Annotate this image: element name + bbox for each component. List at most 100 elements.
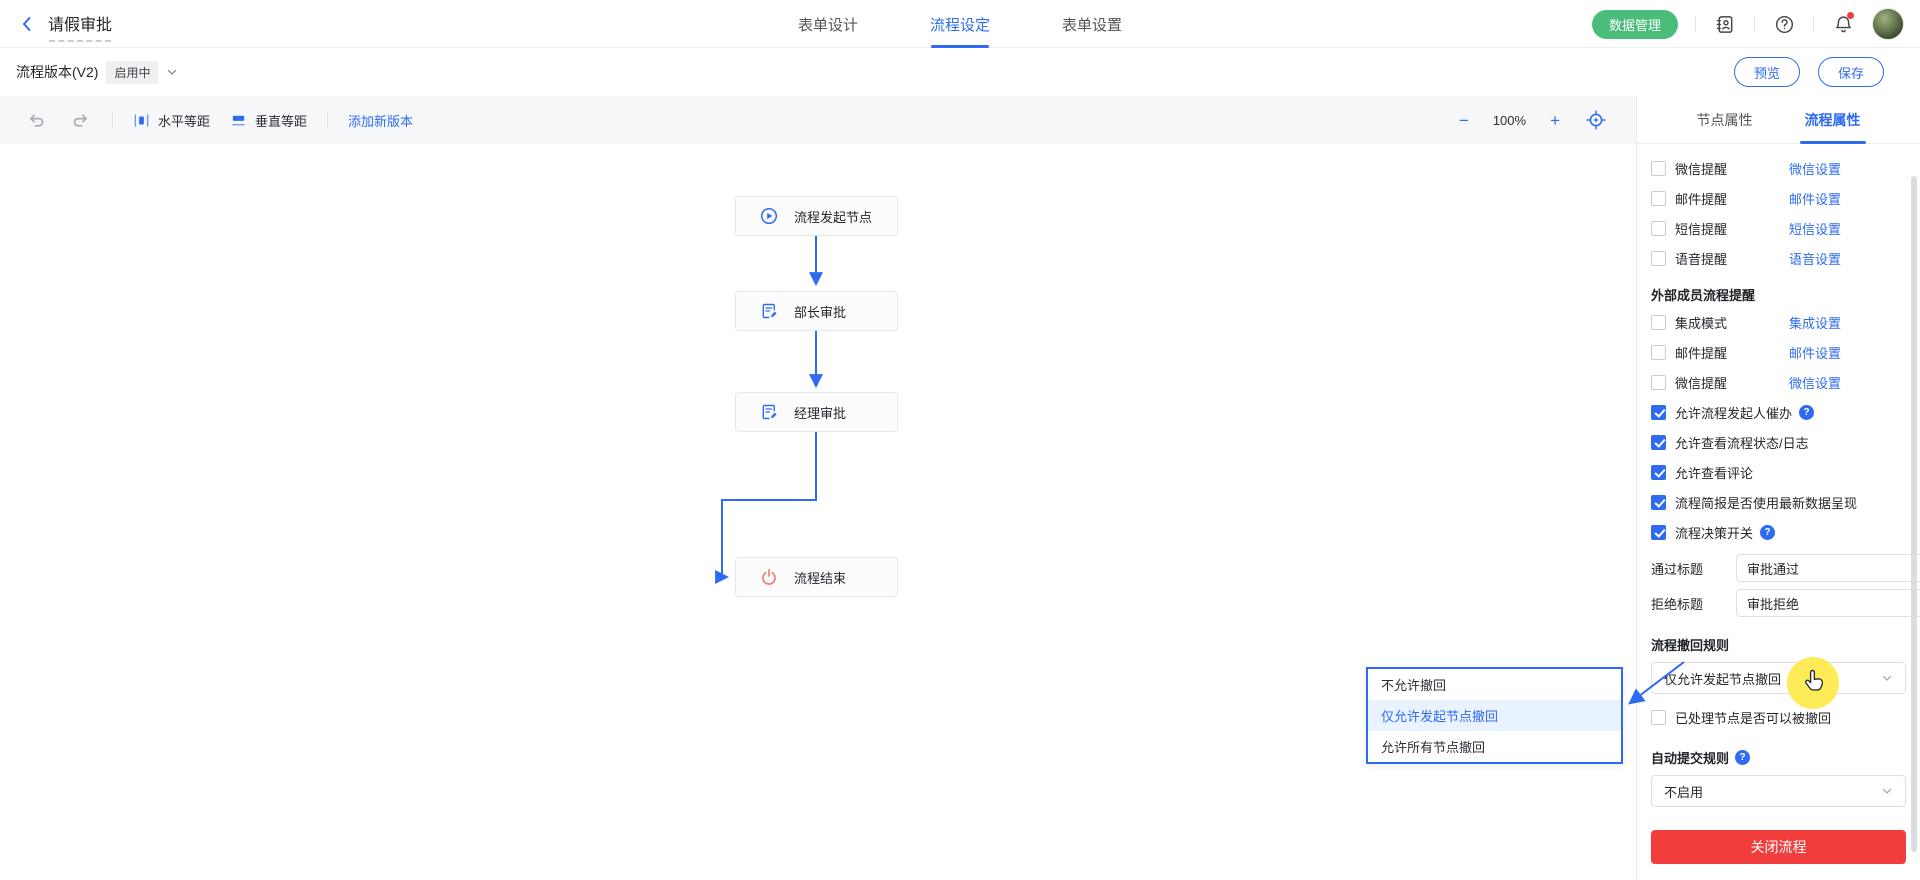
status-badge: 启用中 <box>106 61 158 84</box>
chevron-down-icon <box>1881 785 1893 797</box>
zoom-out-button[interactable]: − <box>1459 112 1469 129</box>
checkbox-checked[interactable] <box>1651 525 1666 540</box>
tab-flow-properties[interactable]: 流程属性 <box>1805 96 1861 143</box>
sms-settings-link[interactable]: 短信设置 <box>1789 219 1841 238</box>
help-icon[interactable]: ? <box>1760 525 1775 540</box>
chevron-down-icon[interactable] <box>166 66 178 78</box>
panel-scrollbar[interactable] <box>1911 176 1917 852</box>
panel-tabs: 节点属性 流程属性 <box>1637 96 1920 144</box>
wechat-settings-link[interactable]: 微信设置 <box>1789 373 1841 392</box>
checkbox[interactable] <box>1651 161 1666 176</box>
row-ext-wechat-notify: 微信提醒 微信设置 <box>1651 367 1906 397</box>
tab-flow-setting[interactable]: 流程设定 <box>930 0 990 48</box>
row-processed-node-revoke: 已处理节点是否可以被撤回 <box>1651 702 1906 732</box>
row-label: 已处理节点是否可以被撤回 <box>1675 708 1831 727</box>
version-bar: 流程版本(V2) 启用中 预览 保存 <box>0 48 1920 96</box>
flow-node-minister-approve[interactable]: 部长审批 <box>735 291 898 331</box>
section-label: 自动提交规则 <box>1651 748 1729 767</box>
checkbox[interactable] <box>1651 375 1666 390</box>
row-label: 流程决策开关 <box>1675 523 1753 542</box>
pass-title-input[interactable] <box>1736 554 1920 582</box>
checkbox[interactable] <box>1651 251 1666 266</box>
header-actions: 数据管理 <box>1592 0 1904 48</box>
row-label: 邮件提醒 <box>1675 189 1789 208</box>
integration-settings-link[interactable]: 集成设置 <box>1789 313 1841 332</box>
row-label: 流程简报是否使用最新数据呈现 <box>1675 493 1857 512</box>
save-button[interactable]: 保存 <box>1818 57 1884 87</box>
notification-badge <box>1847 12 1854 19</box>
checkbox[interactable] <box>1651 345 1666 360</box>
locate-center-icon[interactable] <box>1584 108 1608 132</box>
divider <box>1813 16 1814 32</box>
flow-connectors <box>0 144 1636 880</box>
row-sms-notify: 短信提醒 短信设置 <box>1651 213 1906 243</box>
help-icon[interactable]: ? <box>1799 405 1814 420</box>
row-allow-view-comments: 允许查看评论 <box>1651 457 1906 487</box>
field-reject-title: 拒绝标题 <box>1651 589 1906 617</box>
preview-button[interactable]: 预览 <box>1734 57 1800 87</box>
close-flow-button[interactable]: 关闭流程 <box>1651 830 1906 864</box>
help-icon[interactable]: ? <box>1735 750 1750 765</box>
checkbox-checked[interactable] <box>1651 435 1666 450</box>
row-label: 微信提醒 <box>1675 373 1789 392</box>
zoom-in-button[interactable]: + <box>1550 112 1560 129</box>
checkbox-checked[interactable] <box>1651 495 1666 510</box>
flow-node-start[interactable]: 流程发起节点 <box>735 196 898 236</box>
checkbox[interactable] <box>1651 710 1666 725</box>
row-label: 语音提醒 <box>1675 249 1789 268</box>
power-icon <box>760 568 778 586</box>
tab-form-design[interactable]: 表单设计 <box>798 0 858 48</box>
panel-body: 微信提醒 微信设置 邮件提醒 邮件设置 短信提醒 短信设置 语音提醒 语音设置 … <box>1637 144 1920 864</box>
version-actions: 预览 保存 <box>1734 48 1884 96</box>
voice-settings-link[interactable]: 语音设置 <box>1789 249 1841 268</box>
properties-panel: 节点属性 流程属性 微信提醒 微信设置 邮件提醒 邮件设置 短信提醒 短信设置 … <box>1636 96 1920 880</box>
row-allow-view-status: 允许查看流程状态/日志 <box>1651 427 1906 457</box>
flow-canvas[interactable]: 流程发起节点 部长审批 经理审批 流程结束 不允许撤回 仅允许发起节点撤回 允许… <box>0 144 1636 880</box>
popup-option-no-revoke[interactable]: 不允许撤回 <box>1368 669 1621 700</box>
tab-node-properties[interactable]: 节点属性 <box>1697 96 1753 143</box>
help-icon[interactable] <box>1772 12 1796 36</box>
tab-form-setting[interactable]: 表单设置 <box>1062 0 1122 48</box>
email-settings-link[interactable]: 邮件设置 <box>1789 189 1841 208</box>
canvas-toolbar: 水平等距 垂直等距 添加新版本 − 100% + <box>0 96 1636 144</box>
checkbox[interactable] <box>1651 315 1666 330</box>
wechat-settings-link[interactable]: 微信设置 <box>1789 159 1841 178</box>
back-button[interactable] <box>18 15 36 33</box>
horizontal-spacing-button[interactable]: 水平等距 <box>133 111 210 130</box>
vertical-spacing-button[interactable]: 垂直等距 <box>230 111 307 130</box>
popup-option-all-nodes[interactable]: 允许所有节点撤回 <box>1368 731 1621 762</box>
select-value: 仅允许发起节点撤回 <box>1664 669 1781 688</box>
vertical-spacing-label: 垂直等距 <box>255 111 307 130</box>
divider <box>327 112 328 128</box>
vertical-spacing-icon <box>230 112 247 129</box>
avatar[interactable] <box>1872 8 1904 40</box>
version-label: 流程版本(V2) <box>16 62 98 82</box>
revoke-options-popup: 不允许撤回 仅允许发起节点撤回 允许所有节点撤回 <box>1366 667 1623 764</box>
flow-node-end[interactable]: 流程结束 <box>735 557 898 597</box>
row-label: 短信提醒 <box>1675 219 1789 238</box>
divider <box>1754 16 1755 32</box>
horizontal-spacing-label: 水平等距 <box>158 111 210 130</box>
redo-icon[interactable] <box>68 108 92 132</box>
email-settings-link[interactable]: 邮件设置 <box>1789 343 1841 362</box>
checkbox-checked[interactable] <box>1651 465 1666 480</box>
auto-submit-select[interactable]: 不启用 <box>1651 775 1906 807</box>
header-tabs: 表单设计 流程设定 表单设置 <box>798 0 1122 48</box>
row-label: 微信提醒 <box>1675 159 1789 178</box>
checkbox-checked[interactable] <box>1651 405 1666 420</box>
flow-node-manager-approve[interactable]: 经理审批 <box>735 392 898 432</box>
app-header: 请假审批 表单设计 流程设定 表单设置 数据管理 <box>0 0 1920 48</box>
add-version-link[interactable]: 添加新版本 <box>348 111 413 130</box>
address-book-icon[interactable] <box>1713 12 1737 36</box>
revoke-rule-select[interactable]: 仅允许发起节点撤回 <box>1651 662 1906 694</box>
undo-icon[interactable] <box>24 108 48 132</box>
notification-bell-icon[interactable] <box>1831 12 1855 36</box>
data-manage-button[interactable]: 数据管理 <box>1592 10 1678 39</box>
reject-title-input[interactable] <box>1736 589 1920 617</box>
checkbox[interactable] <box>1651 191 1666 206</box>
field-label: 拒绝标题 <box>1651 594 1736 613</box>
select-value: 不启用 <box>1664 782 1703 801</box>
popup-option-start-node-only[interactable]: 仅允许发起节点撤回 <box>1368 700 1621 731</box>
row-label: 邮件提醒 <box>1675 343 1789 362</box>
checkbox[interactable] <box>1651 221 1666 236</box>
